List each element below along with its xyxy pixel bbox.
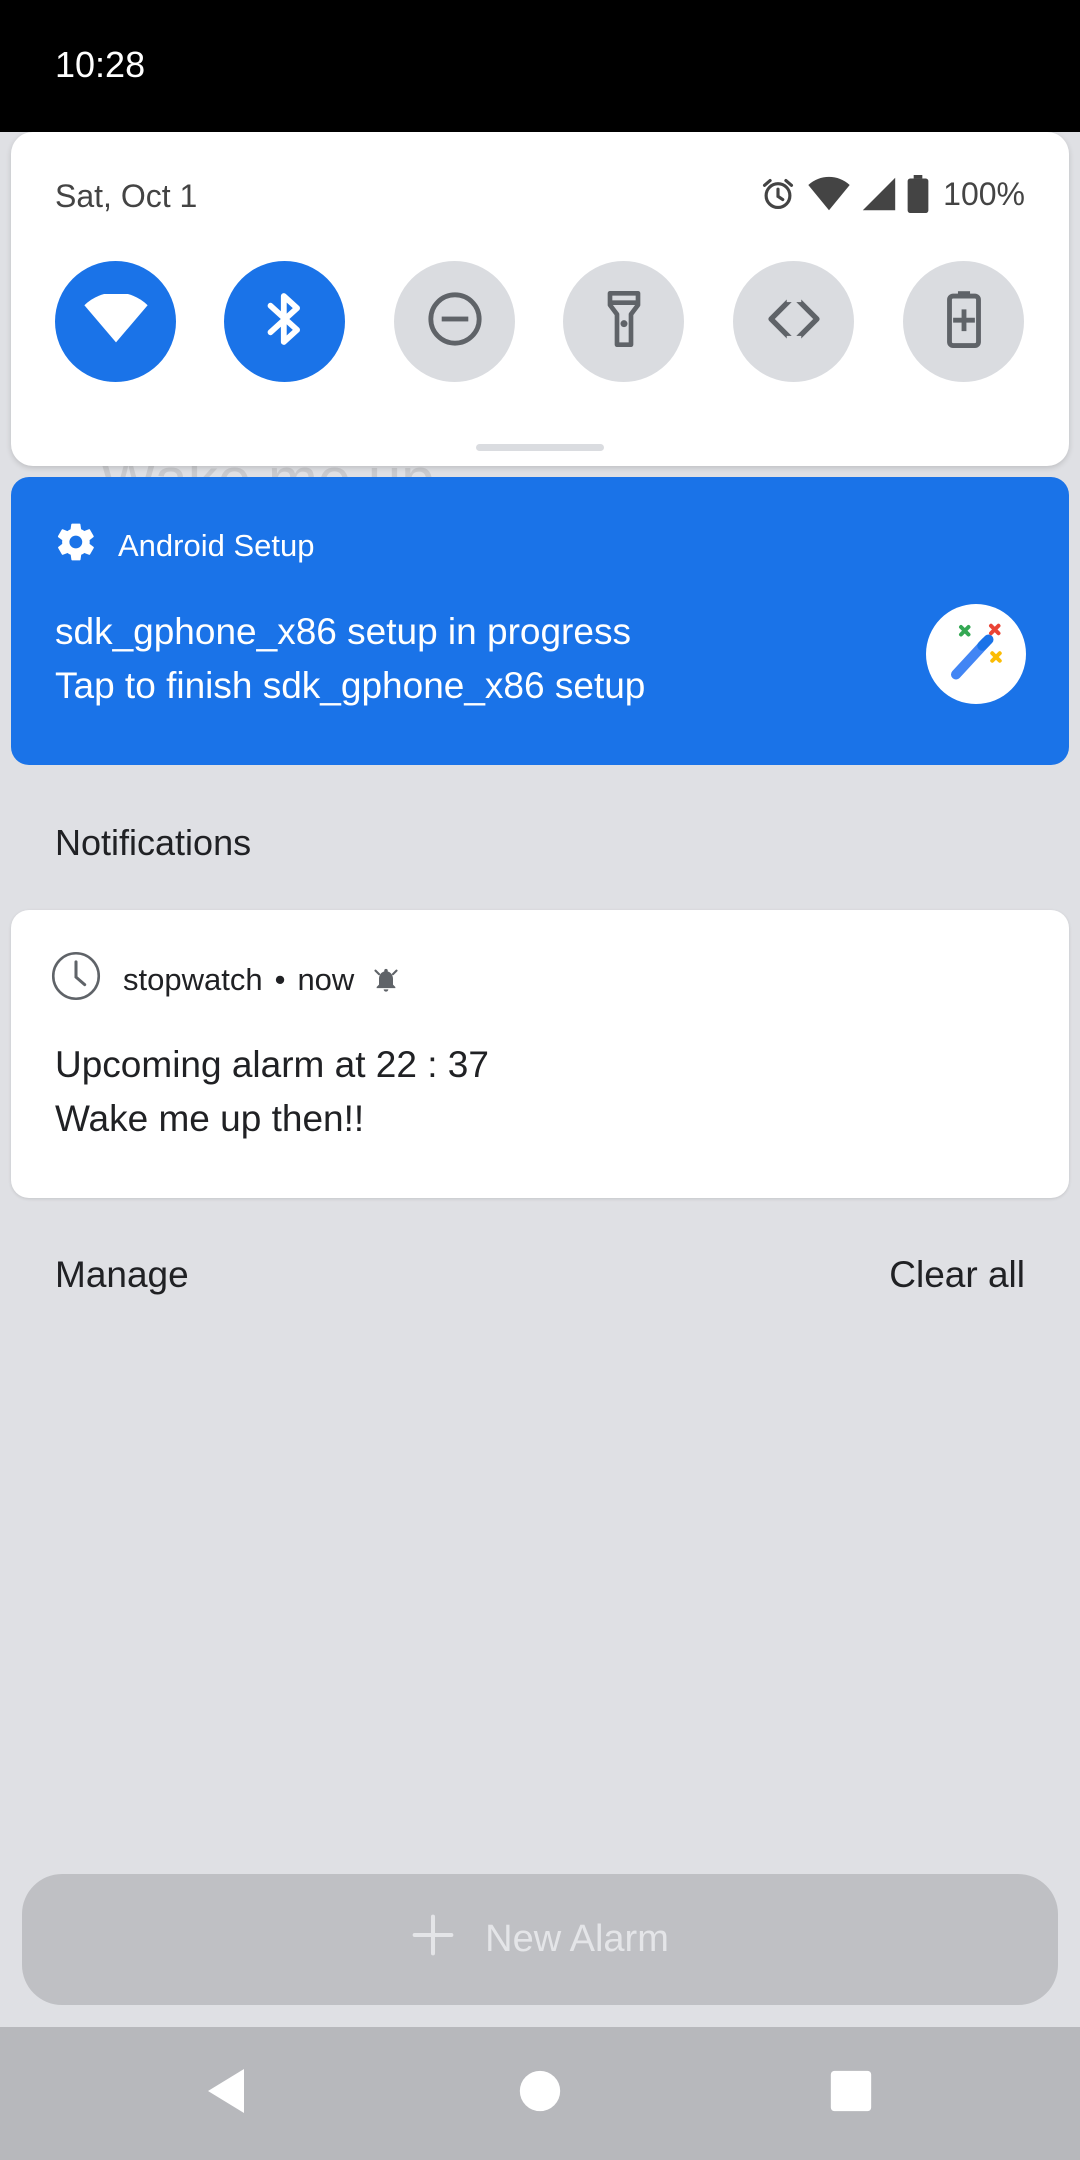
manage-button[interactable]: Manage (55, 1254, 189, 1296)
alarm-icon (759, 175, 797, 213)
qs-tile-battery-saver[interactable] (903, 261, 1024, 382)
auto-rotate-icon (765, 287, 823, 353)
qs-tile-bluetooth[interactable] (224, 261, 345, 382)
notification-app-name: stopwatch (123, 962, 263, 997)
qs-status-icons: 100% (759, 172, 1025, 216)
gear-icon (54, 520, 98, 572)
back-triangle-icon (204, 2067, 248, 2120)
home-circle-icon (518, 2069, 562, 2118)
notification-title: Upcoming alarm at 22 : 37 (55, 1044, 489, 1085)
setup-app-name: Android Setup (118, 528, 315, 563)
new-alarm-label: New Alarm (485, 1918, 669, 1960)
cellular-signal-icon (861, 176, 897, 212)
notifications-section-title: Notifications (55, 822, 252, 863)
navigation-bar (0, 2027, 1080, 2160)
notification-header: stopwatch • now (50, 951, 400, 1006)
wifi-icon (83, 292, 149, 349)
new-alarm-button[interactable]: New Alarm (22, 1874, 1058, 2005)
recents-button[interactable] (815, 2057, 887, 2129)
notification-text: Wake me up then!! (55, 1098, 365, 1139)
status-bar: 10:28 (0, 0, 1080, 132)
setup-notification-title: sdk_gphone_x86 setup in progress (55, 611, 631, 652)
quick-settings-panel: Sat, Oct 1 100% (11, 132, 1069, 466)
alerting-bell-icon (372, 966, 400, 994)
battery-saver-icon (946, 290, 982, 353)
home-button[interactable] (504, 2057, 576, 2129)
recents-square-icon (829, 2069, 873, 2118)
qs-tile-auto-rotate[interactable] (733, 261, 854, 382)
clear-all-button[interactable]: Clear all (889, 1254, 1025, 1296)
qs-drag-handle[interactable] (476, 444, 604, 451)
qs-date: Sat, Oct 1 (55, 178, 198, 214)
battery-percent: 100% (943, 175, 1025, 212)
qs-tile-do-not-disturb[interactable] (394, 261, 515, 382)
flashlight-icon (604, 291, 644, 352)
plus-icon (411, 1913, 455, 1967)
notification-separator: • (274, 962, 286, 997)
setup-wizard-badge (926, 604, 1026, 704)
stopwatch-notification[interactable]: stopwatch • now Upcoming alarm at 22 : 3… (11, 910, 1069, 1198)
setup-notification[interactable]: Android Setup sdk_gphone_x86 setup in pr… (11, 477, 1069, 765)
bluetooth-icon (265, 290, 305, 353)
status-time: 10:28 (55, 44, 146, 85)
setup-notification-text: Tap to finish sdk_gphone_x86 setup (55, 665, 646, 706)
qs-tile-wifi[interactable] (55, 261, 176, 382)
setup-notification-header: Android Setup (54, 523, 315, 568)
do-not-disturb-icon (426, 290, 484, 353)
clock-icon (50, 950, 102, 1010)
back-button[interactable] (190, 2057, 262, 2129)
notification-time: now (297, 962, 355, 997)
qs-tiles (55, 261, 1025, 383)
qs-tile-flashlight[interactable] (563, 261, 684, 382)
magic-wand-icon (941, 617, 1011, 692)
wifi-icon (807, 176, 851, 212)
battery-icon (907, 175, 929, 213)
